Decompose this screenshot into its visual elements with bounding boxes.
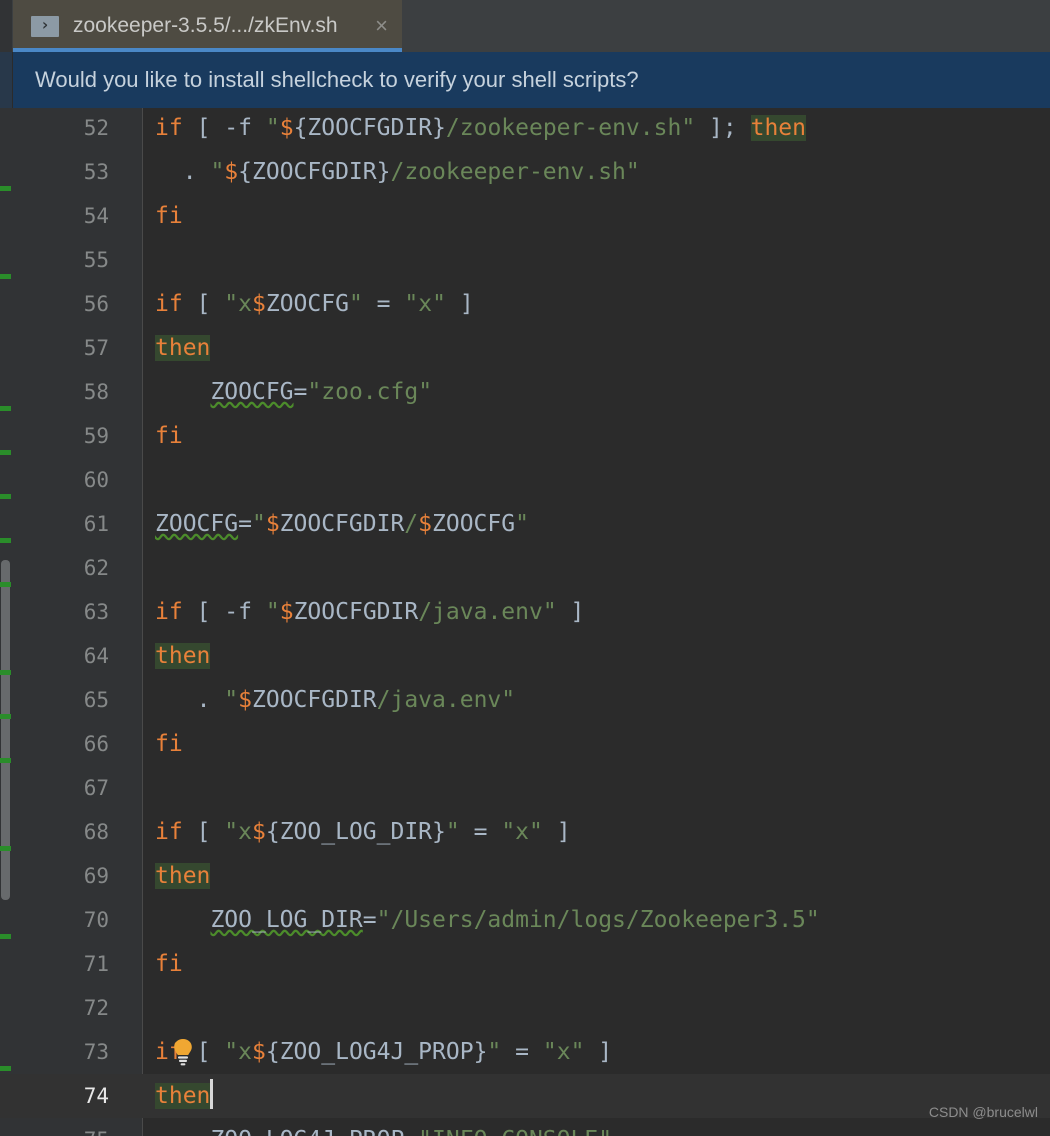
line-number: 52 <box>83 116 109 140</box>
code-text: ZOO_LOG4J_PROP="INFO,CONSOLE" <box>155 1118 612 1136</box>
code-line[interactable]: 64 then <box>0 634 1050 678</box>
code-line[interactable]: 59 fi <box>0 414 1050 458</box>
code-line[interactable]: 63 if [ -f "$ZOOCFGDIR/java.env" ] <box>0 590 1050 634</box>
code-line[interactable]: 65 . "$ZOOCFGDIR/java.env" <box>0 678 1050 722</box>
shell-script-icon-glyph: › <box>40 15 50 34</box>
code-line[interactable]: 52 if [ -f "${ZOOCFGDIR}/zookeeper-env.sh… <box>0 108 1050 150</box>
code-line[interactable]: 72 <box>0 986 1050 1030</box>
code-editor[interactable]: 52 if [ -f "${ZOOCFGDIR}/zookeeper-env.sh… <box>0 108 1050 1136</box>
ide-editor-window: › zookeeper-3.5.5/.../zkEnv.sh × Would y… <box>0 0 1050 1136</box>
code-line[interactable]: 54 fi <box>0 194 1050 238</box>
code-line[interactable]: 70 ZOO_LOG_DIR="/Users/admin/logs/Zookee… <box>0 898 1050 942</box>
code-line[interactable]: 68 if [ "x${ZOO_LOG_DIR}" = "x" ] <box>0 810 1050 854</box>
editor-tab-bar: › zookeeper-3.5.5/.../zkEnv.sh × <box>0 0 1050 52</box>
code-text: if [ "x${ZOO_LOG4J_PROP}" = "x" ] <box>155 1039 613 1065</box>
code-text: then <box>155 1074 214 1118</box>
line-number: 70 <box>83 908 109 932</box>
line-number: 68 <box>83 820 109 844</box>
code-text: then <box>155 335 211 361</box>
code-line[interactable]: 73 if [ "x${ZOO_LOG4J_PROP}" = "x" ] <box>0 1030 1050 1074</box>
code-text: . "$ZOOCFGDIR/java.env" <box>196 687 516 713</box>
code-line[interactable]: 55 <box>0 238 1050 282</box>
code-line[interactable]: 57 then <box>0 326 1050 370</box>
code-line[interactable]: 66 fi <box>0 722 1050 766</box>
line-number: 58 <box>83 380 109 404</box>
lightbulb-icon[interactable] <box>172 1038 194 1066</box>
code-line[interactable]: 58 ZOOCFG="zoo.cfg" <box>0 370 1050 414</box>
watermark: CSDN @brucelwl <box>928 1104 1038 1120</box>
notification-left-strip <box>0 52 12 108</box>
editor-tab-title: zookeeper-3.5.5/.../zkEnv.sh <box>73 14 338 37</box>
code-line[interactable]: 53 . "${ZOOCFGDIR}/zookeeper-env.sh" <box>0 150 1050 194</box>
code-text: then <box>155 863 211 889</box>
editor-tab-zkenv[interactable]: › zookeeper-3.5.5/.../zkEnv.sh × <box>13 0 402 52</box>
line-number: 69 <box>83 864 109 888</box>
code-text: fi <box>155 203 183 229</box>
code-text: then <box>155 643 211 669</box>
shell-script-icon: › <box>31 15 59 37</box>
code-line[interactable]: 75 ZOO_LOG4J_PROP="INFO,CONSOLE" <box>0 1118 1050 1136</box>
notification-message: Would you like to install shellcheck to … <box>35 67 639 92</box>
line-number: 75 <box>11 1118 131 1136</box>
line-number: 65 <box>83 688 109 712</box>
line-number: 55 <box>83 248 109 272</box>
line-number: 59 <box>83 424 109 448</box>
line-number: 63 <box>83 600 109 624</box>
code-line[interactable]: 71 fi <box>0 942 1050 986</box>
code-text: ZOOCFG="zoo.cfg" <box>210 379 433 405</box>
line-number: 66 <box>83 732 109 756</box>
line-number: 71 <box>83 952 109 976</box>
line-number: 56 <box>83 292 109 316</box>
code-line[interactable]: 69 then <box>0 854 1050 898</box>
line-number: 72 <box>83 996 109 1020</box>
line-number: 64 <box>83 644 109 668</box>
line-number: 67 <box>83 776 109 800</box>
code-text: fi <box>155 731 183 757</box>
line-number: 61 <box>83 512 109 536</box>
code-text: fi <box>155 951 183 977</box>
close-icon[interactable]: × <box>375 15 388 37</box>
text-caret <box>210 1079 214 1109</box>
code-text: ZOOCFG="$ZOOCFGDIR/$ZOOCFG" <box>155 511 529 537</box>
code-line[interactable]: 67 <box>0 766 1050 810</box>
code-text: ZOO_LOG_DIR="/Users/admin/logs/Zookeeper… <box>210 907 820 933</box>
code-text: fi <box>155 423 183 449</box>
line-number: 57 <box>83 336 109 360</box>
code-text: . "${ZOOCFGDIR}/zookeeper-env.sh" <box>182 159 640 185</box>
line-number: 53 <box>83 160 109 184</box>
code-line[interactable]: 56 if [ "x$ZOOCFG" = "x" ] <box>0 282 1050 326</box>
code-text: if [ -f "$ZOOCFGDIR/java.env" ] <box>155 599 585 625</box>
line-number: 62 <box>83 556 109 580</box>
code-line[interactable]: 61 ZOOCFG="$ZOOCFGDIR/$ZOOCFG" <box>0 502 1050 546</box>
code-line[interactable]: 74 then <box>0 1074 1050 1118</box>
code-line[interactable]: 62 <box>0 546 1050 590</box>
line-number: 73 <box>83 1040 109 1064</box>
code-text: if [ -f "${ZOOCFGDIR}/zookeeper-env.sh" … <box>155 115 806 141</box>
line-number: 54 <box>83 204 109 228</box>
code-text: if [ "x${ZOO_LOG_DIR}" = "x" ] <box>155 819 571 845</box>
code-text: if [ "x$ZOOCFG" = "x" ] <box>155 291 474 317</box>
shellcheck-notification-bar[interactable]: Would you like to install shellcheck to … <box>13 52 1050 108</box>
line-number: 60 <box>83 468 109 492</box>
code-line[interactable]: 60 <box>0 458 1050 502</box>
line-number: 74 <box>83 1084 109 1108</box>
tab-bar-left-strip <box>0 0 12 52</box>
